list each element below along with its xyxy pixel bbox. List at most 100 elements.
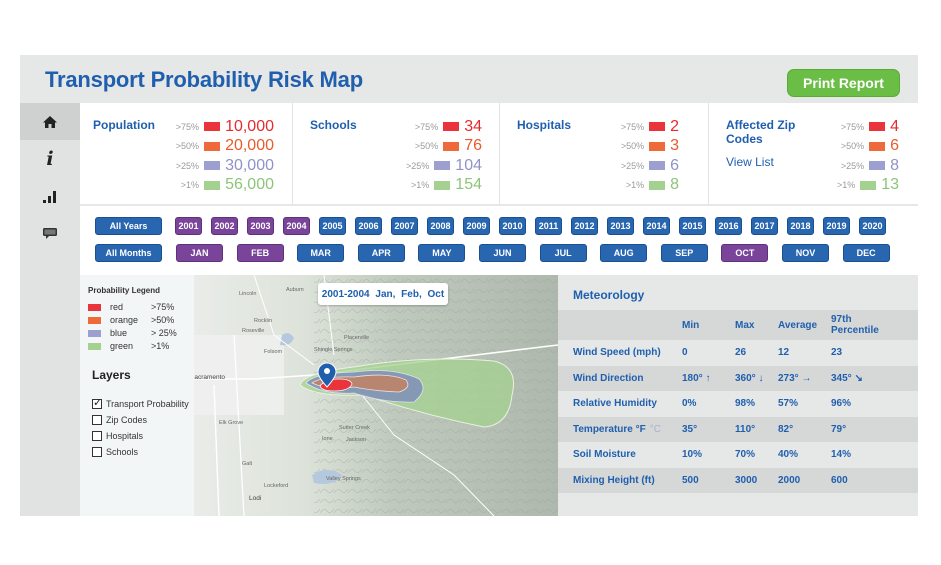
year-button-2018[interactable]: 2018 — [787, 217, 814, 235]
year-button-2007[interactable]: 2007 — [391, 217, 418, 235]
legend-range: >1% — [151, 341, 170, 351]
color-swatch — [443, 141, 460, 151]
stat-population: Population >75% 10,000 >50% 20,000 >25% 30,00… — [80, 103, 293, 204]
month-button-dec[interactable]: DEC — [842, 244, 890, 262]
month-button-jul[interactable]: JUL — [539, 244, 587, 262]
stat-row: >1% 154 — [373, 176, 482, 196]
year-button-2006[interactable]: 2006 — [355, 217, 382, 235]
year-button-2002[interactable]: 2002 — [211, 217, 238, 235]
stat-title: Hospitals — [517, 118, 572, 132]
month-button-jun[interactable]: JUN — [479, 244, 526, 262]
cell-value: 2000 — [778, 474, 801, 486]
year-button-2015[interactable]: 2015 — [679, 217, 706, 235]
color-swatch — [204, 180, 221, 190]
stat-threshold: >1% — [625, 180, 645, 191]
row-label: Relative Humidity — [573, 398, 657, 410]
row-label: Mixing Height (ft) — [573, 474, 655, 486]
color-swatch — [88, 329, 101, 337]
month-button-apr[interactable]: APR — [357, 244, 405, 262]
layer-checkbox[interactable] — [92, 415, 102, 425]
year-button-2005[interactable]: 2005 — [319, 217, 346, 235]
layer-checkbox[interactable] — [92, 396, 102, 409]
legend-item: green >1% — [88, 340, 169, 352]
chat-icon — [43, 227, 57, 239]
month-button-oct[interactable]: OCT — [721, 244, 769, 262]
month-button-may[interactable]: MAY — [418, 244, 466, 262]
month-button-feb[interactable]: FEB — [236, 244, 284, 262]
map-label: Sacramento — [194, 374, 225, 381]
map-label: Auburn — [286, 287, 304, 293]
stat-row: >75% 34 — [373, 117, 482, 137]
layer-toggle[interactable]: Schools — [92, 445, 138, 459]
color-swatch — [88, 342, 101, 350]
stat-row: >75% 2 — [580, 117, 679, 137]
stat-rows: >75% 10,000 >50% 20,000 >25% 30,000 >1% 56,000 — [160, 117, 274, 195]
legend-range: >75% — [151, 302, 175, 312]
row-label: Wind Direction — [573, 372, 644, 384]
stat-value: 30,000 — [225, 156, 274, 174]
map-canvas[interactable]: Lincoln Auburn Rocklin Roseville Folsom … — [194, 275, 558, 516]
cell-value: 273° → — [778, 372, 812, 384]
year-button-2003[interactable]: 2003 — [247, 217, 274, 235]
cell-value: 82° — [778, 423, 794, 435]
stat-threshold: >50% — [175, 141, 200, 152]
year-button-2014[interactable]: 2014 — [643, 217, 670, 235]
all-months-button[interactable]: All Months — [95, 244, 162, 262]
risk-map[interactable]: Lincoln Auburn Rocklin Roseville Folsom … — [194, 275, 558, 516]
print-report-button[interactable]: Print Report — [787, 69, 900, 97]
cell-value: 110° — [735, 423, 756, 435]
layer-toggle[interactable]: Hospitals — [92, 429, 143, 443]
color-swatch — [204, 161, 221, 171]
year-button-2011[interactable]: 2011 — [535, 217, 562, 235]
stat-value: 76 — [464, 137, 482, 155]
year-button-2016[interactable]: 2016 — [715, 217, 742, 235]
color-swatch — [434, 180, 451, 190]
stat-row: >75% 4 — [789, 117, 899, 137]
stat-value: 2 — [670, 117, 679, 135]
stat-hospitals: Hospitals >75% 2 >50% 3 >25% 6 >1% 8 — [500, 103, 709, 204]
map-label: Lincoln — [239, 291, 256, 297]
stat-threshold: >25% — [620, 160, 645, 171]
sidebar-item-home[interactable] — [20, 103, 80, 140]
stat-threshold: >1% — [836, 180, 856, 191]
sidebar-item-chat[interactable] — [20, 214, 80, 251]
cell-value: 26 — [735, 347, 747, 359]
layer-toggle[interactable]: Transport Probability — [92, 396, 189, 411]
layer-toggle[interactable]: Zip Codes — [92, 413, 147, 427]
year-button-2004[interactable]: 2004 — [283, 217, 310, 235]
layer-label: Zip Codes — [106, 415, 148, 425]
color-swatch — [204, 122, 221, 132]
year-button-2020[interactable]: 2020 — [859, 217, 886, 235]
view-list-link[interactable]: View List — [726, 155, 774, 169]
map-label: Lockeford — [264, 483, 288, 489]
month-button-mar[interactable]: MAR — [297, 244, 345, 262]
all-years-button[interactable]: All Years — [95, 217, 162, 235]
year-button-2017[interactable]: 2017 — [751, 217, 778, 235]
celsius-toggle[interactable]: °C — [650, 424, 661, 435]
bar-chart-icon — [43, 190, 56, 203]
year-button-2013[interactable]: 2013 — [607, 217, 634, 235]
layer-checkbox[interactable] — [92, 431, 102, 441]
stat-threshold: >75% — [620, 121, 645, 132]
year-button-2008[interactable]: 2008 — [427, 217, 454, 235]
year-button-2012[interactable]: 2012 — [571, 217, 598, 235]
sidebar-item-info[interactable]: i — [20, 140, 80, 177]
color-swatch — [649, 122, 666, 132]
month-button-sep[interactable]: SEP — [660, 244, 708, 262]
layers-title: Layers — [92, 368, 131, 382]
sidebar-item-stats[interactable] — [20, 177, 80, 214]
year-button-2009[interactable]: 2009 — [463, 217, 490, 235]
stat-value: 56,000 — [225, 176, 274, 194]
month-button-aug[interactable]: AUG — [600, 244, 648, 262]
year-button-2010[interactable]: 2010 — [499, 217, 526, 235]
month-button-jan[interactable]: JAN — [176, 244, 223, 262]
map-label: Galt — [242, 461, 253, 467]
stat-row: >50% 3 — [580, 137, 679, 157]
layer-checkbox[interactable] — [92, 447, 102, 457]
month-button-nov[interactable]: NOV — [782, 244, 829, 262]
meteorology-row: Relative Humidity 0% 98% 57% 96% — [558, 391, 918, 417]
legend-color-name: green — [110, 341, 134, 351]
year-button-2001[interactable]: 2001 — [175, 217, 202, 235]
map-label: Elk Grove — [219, 420, 243, 426]
year-button-2019[interactable]: 2019 — [823, 217, 850, 235]
